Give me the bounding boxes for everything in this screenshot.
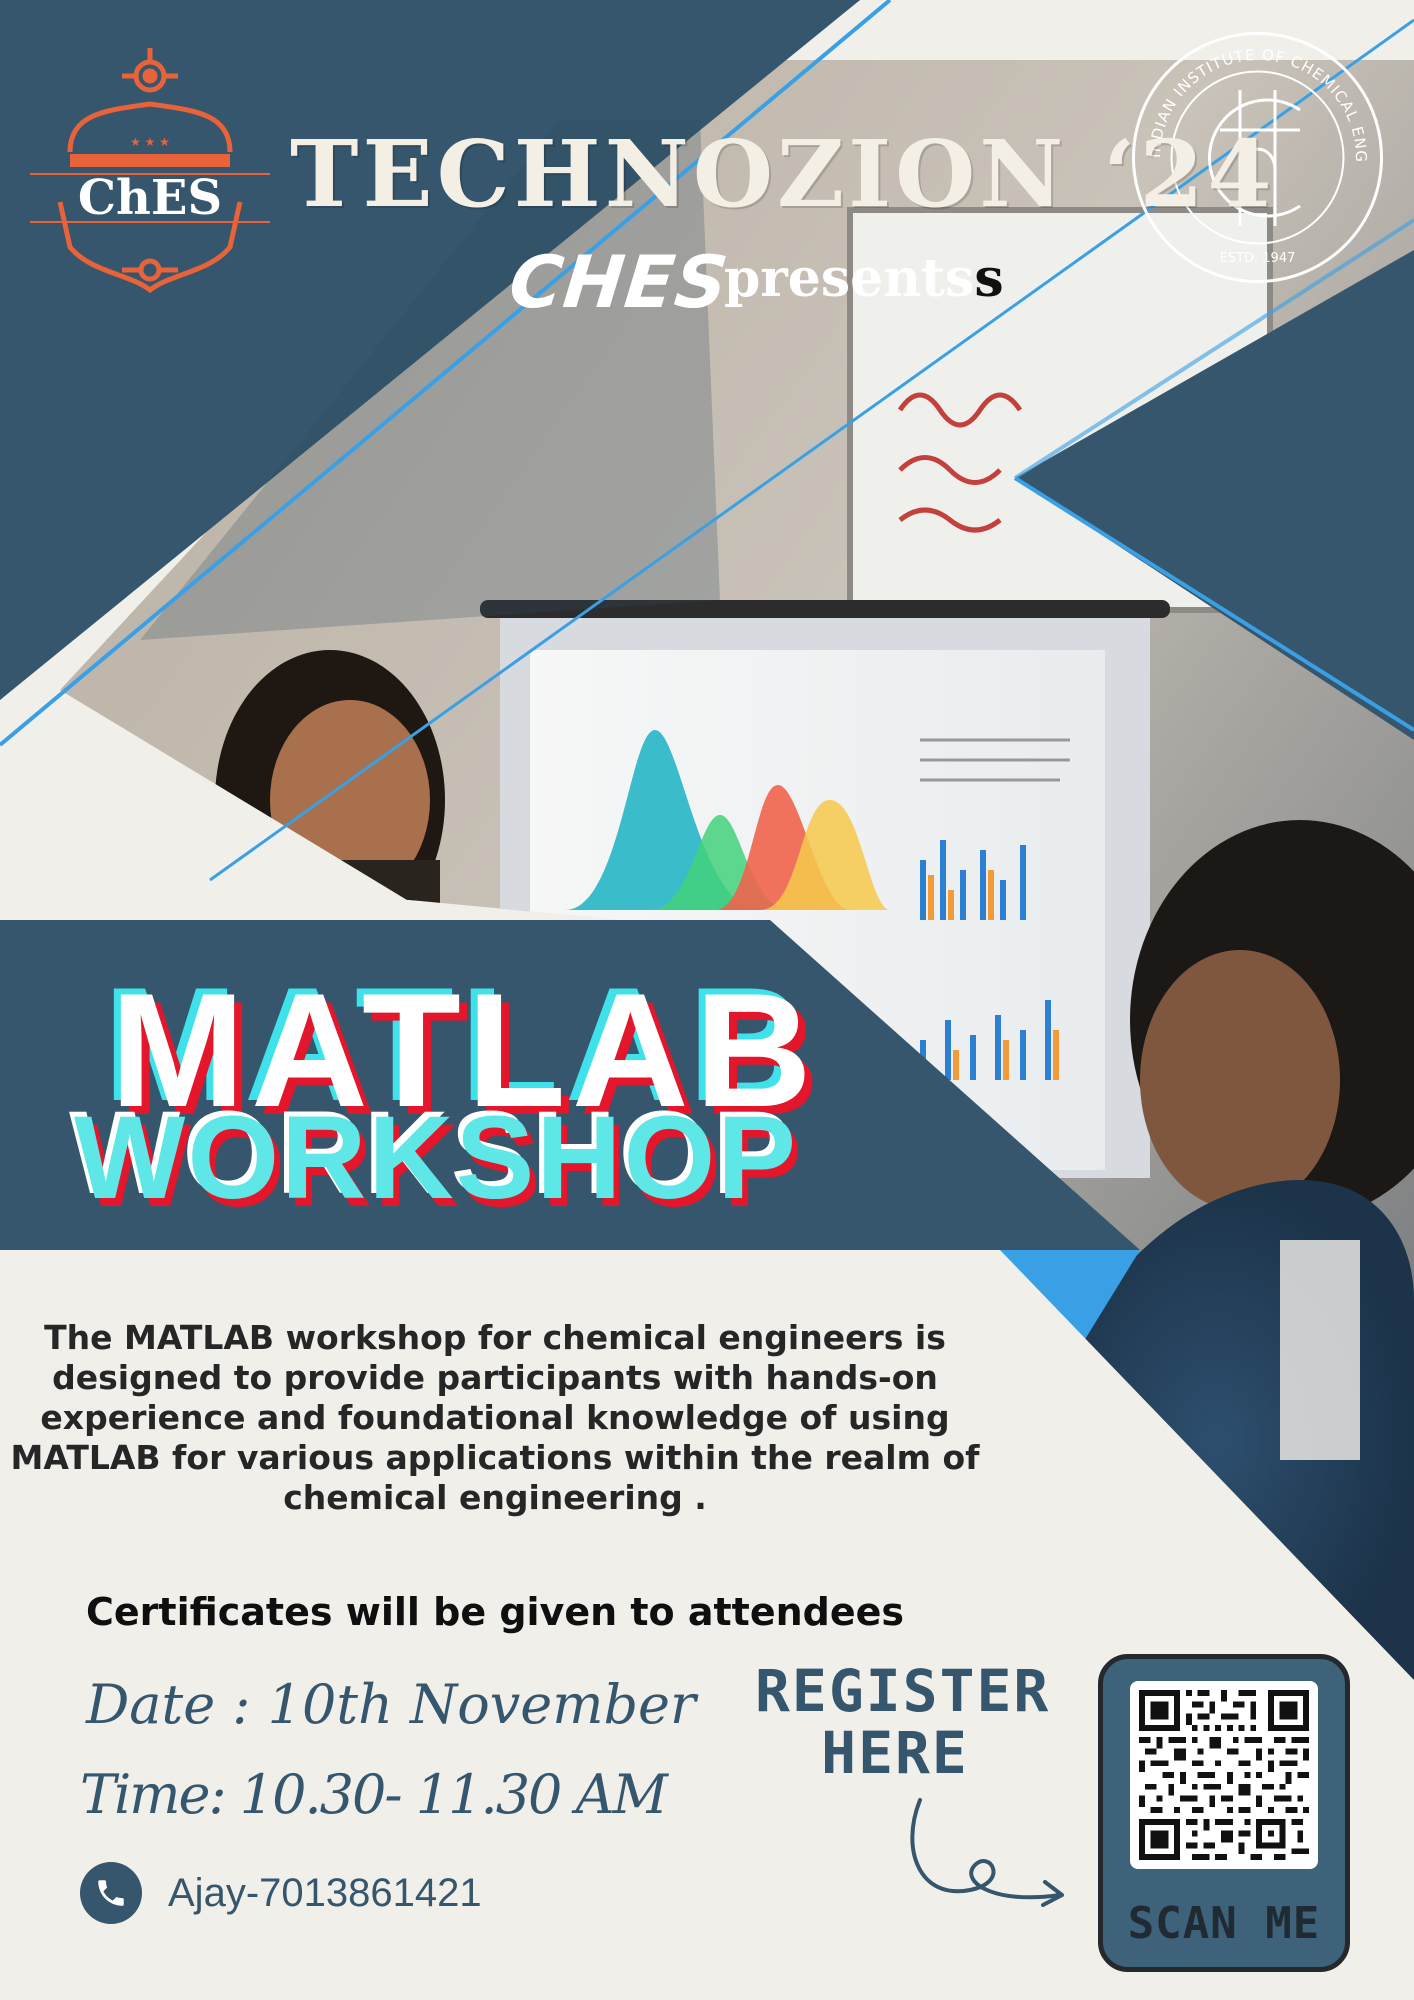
- presenter-name: CHES: [505, 240, 733, 324]
- presents-text: presentss: [724, 248, 1004, 309]
- presents-word: presents: [724, 248, 975, 309]
- seal-estd-text: ESTD. 1947: [1220, 251, 1296, 266]
- register-line1: REGISTER: [755, 1657, 1051, 1725]
- event-date: Date : 10th November: [86, 1673, 696, 1736]
- event-title: TECHNOZION ‘24: [290, 120, 1276, 228]
- ches-logo: ★ ★ ★ ChES: [30, 48, 270, 294]
- contact-row[interactable]: Ajay-7013861421: [80, 1860, 482, 1926]
- phone-icon: [80, 1862, 142, 1924]
- register-line2: HERE: [821, 1719, 969, 1787]
- presents-extra-letter: s: [974, 248, 1004, 309]
- ches-logo-text: ChES: [78, 170, 222, 226]
- contact-phone: Ajay-7013861421: [168, 1870, 482, 1915]
- certificates-note: Certificates will be given to attendees: [86, 1590, 905, 1634]
- svg-text:★ ★ ★: ★ ★ ★: [130, 135, 170, 149]
- scan-me-label: SCAN ME: [1127, 1898, 1321, 1949]
- register-label: REGISTER HERE: [755, 1657, 1051, 1787]
- event-time: Time: 10.30- 11.30 AM: [80, 1763, 668, 1826]
- qr-code-icon[interactable]: [1130, 1681, 1318, 1869]
- qr-code-card[interactable]: SCAN ME: [1098, 1654, 1350, 1972]
- hero-title-line2: WORKSHOP: [74, 1092, 798, 1224]
- arrow-curve-icon: [910, 1798, 1064, 1907]
- workshop-description: The MATLAB workshop for chemical enginee…: [10, 1318, 980, 1517]
